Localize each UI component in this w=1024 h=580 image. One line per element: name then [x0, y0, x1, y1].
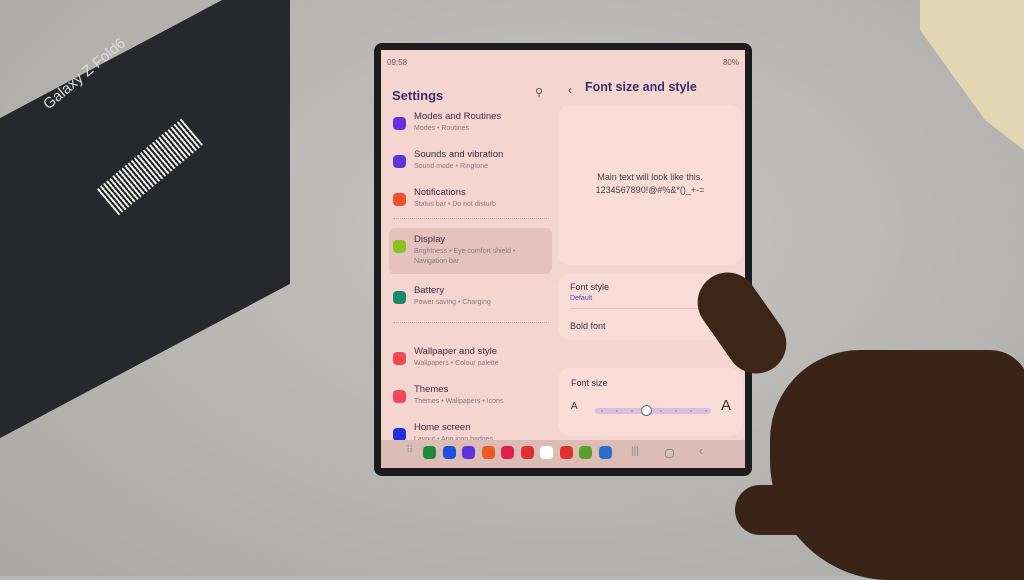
dock-app-icon[interactable]: [559, 446, 573, 459]
font-style-value: Default: [570, 295, 593, 302]
large-a-label: A: [721, 397, 732, 414]
font-size-label: Font size: [571, 378, 608, 388]
settings-item[interactable]: Notifications Status bar • Do not disturb: [389, 181, 552, 227]
font-size-card: Font size A A: [558, 368, 742, 436]
bold-font-label: Bold font: [570, 321, 606, 331]
settings-item-title: Display: [414, 234, 446, 245]
settings-item-title: Notifications: [414, 187, 466, 198]
font-size-slider[interactable]: [595, 405, 711, 416]
home-button[interactable]: [665, 449, 674, 458]
settings-item-subtitle: Brightness • Eye comfort shield • Naviga…: [414, 248, 516, 265]
phone-screen: 09:58 80% Settings ⚲ Modes and Routines M…: [381, 50, 745, 468]
dock-app-icon[interactable]: [579, 446, 592, 459]
dock-app-icon[interactable]: [501, 446, 514, 459]
sun-icon: [393, 240, 406, 253]
dock-app-icon[interactable]: [481, 446, 495, 459]
page-title: Font size and style: [585, 80, 697, 94]
dock-app-icon[interactable]: [540, 446, 553, 459]
slider-step: [675, 410, 678, 412]
settings-item-title: Home screen: [414, 422, 471, 433]
preview-chars: 1234567890!@#%&*()_+-=: [595, 185, 705, 195]
font-preview-card: Main text will look like this. 1234567890…: [558, 105, 742, 265]
dock-app-icon[interactable]: [598, 446, 612, 459]
battery-icon: [393, 291, 406, 304]
small-a-label: A: [571, 401, 578, 412]
settings-title: Settings: [392, 88, 444, 103]
notification-icon: [393, 193, 406, 206]
speaker-icon: [393, 155, 406, 168]
recents-button[interactable]: |||: [631, 446, 639, 457]
slider-step: [601, 410, 603, 412]
wallpaper-icon: [393, 352, 406, 365]
font-style-item[interactable]: Font style: [570, 282, 609, 292]
settings-pane: Settings ⚲ Modes and Routines Modes • Rou…: [381, 50, 556, 443]
settings-item-subtitle: Themes • Wallpapers • Icons: [414, 398, 504, 405]
slider-step: [690, 410, 693, 412]
settings-item[interactable]: Display Brightness • Eye comfort shield •…: [389, 228, 552, 274]
back-icon[interactable]: ‹: [568, 83, 572, 97]
settings-item-subtitle: Sound mode • Ringtone: [414, 163, 489, 170]
search-icon[interactable]: ⚲: [535, 86, 543, 99]
settings-item[interactable]: Battery Power saving • Charging: [389, 279, 552, 325]
app-drawer-icon[interactable]: ⠿: [406, 445, 413, 456]
back-button[interactable]: ‹: [699, 444, 703, 458]
dock-app-icon[interactable]: [462, 446, 475, 459]
settings-item-title: Sounds and vibration: [414, 149, 504, 160]
hand: [770, 350, 1024, 580]
themes-icon: [393, 390, 406, 403]
settings-item-title: Battery: [414, 285, 445, 296]
dock-app-icon[interactable]: [520, 446, 534, 459]
slider-step: [630, 410, 633, 412]
slider-thumb[interactable]: [640, 405, 652, 416]
modes-icon: [393, 117, 406, 130]
settings-item-title: Wallpaper and style: [414, 346, 498, 357]
font-pane: ‹ Font size and style Main text will loo…: [556, 50, 745, 440]
dock-app-icon[interactable]: [442, 446, 456, 459]
divider: [393, 218, 549, 219]
settings-item-subtitle: Status bar • Do not disturb: [414, 201, 496, 208]
divider: [393, 322, 549, 323]
slider-step: [705, 410, 707, 412]
taskbar: ||| ‹ ⠿: [381, 440, 745, 468]
slider-step: [660, 410, 663, 412]
settings-item-subtitle: Wallpapers • Colour palette: [414, 360, 499, 367]
dock-app-icon[interactable]: [423, 446, 436, 459]
preview-text: Main text will look like this.: [597, 172, 703, 182]
thumb: [735, 485, 875, 535]
settings-item-title: Themes: [414, 384, 449, 395]
settings-item-subtitle: Power saving • Charging: [414, 299, 491, 306]
slider-step: [615, 410, 618, 412]
settings-item-subtitle: Modes • Routines: [414, 125, 469, 132]
settings-item-title: Modes and Routines: [414, 111, 502, 122]
